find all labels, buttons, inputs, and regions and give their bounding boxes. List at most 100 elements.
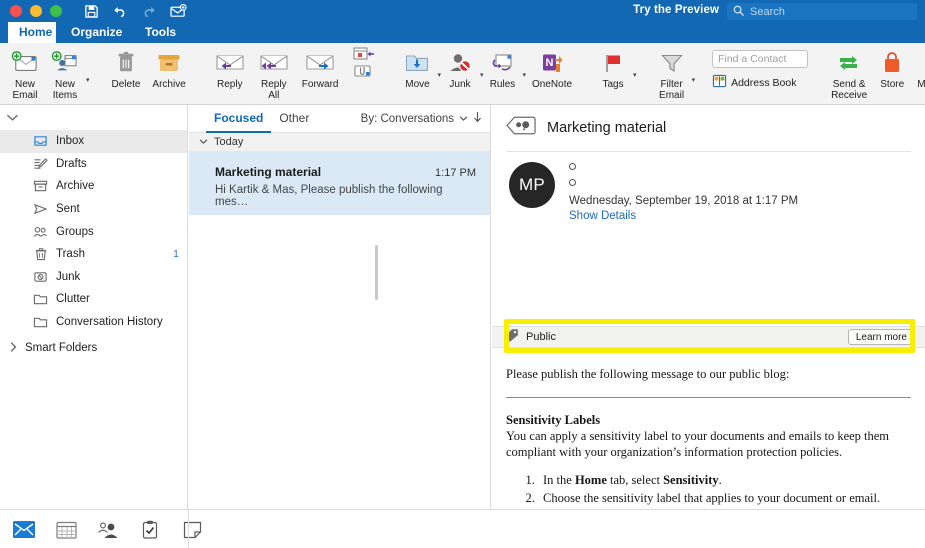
nav-mail-button[interactable] [12, 520, 36, 540]
find-a-contact-input[interactable]: Find a Contact [712, 50, 808, 68]
title-bar: Try the Preview Search [0, 0, 925, 22]
archive-icon [33, 179, 48, 193]
try-the-preview-link[interactable]: Try the Preview [633, 4, 719, 16]
ribbon-group-filter: Filter Email ▾ [648, 43, 701, 105]
sidebar-item-label: Groups [56, 226, 94, 238]
message-meta: Wednesday, September 19, 2018 at 1:17 PM… [569, 162, 798, 222]
step-pre: In the [543, 473, 575, 487]
nav-tasks-button[interactable] [138, 520, 162, 540]
chevron-down-icon[interactable] [459, 113, 468, 125]
nav-people-button[interactable] [96, 520, 120, 540]
reply-meeting-attachment-icon [351, 45, 375, 65]
sidebar-item-clutter[interactable]: Clutter [0, 288, 187, 311]
sidebar-item-sent[interactable]: Sent [0, 198, 187, 221]
sidebar-item-smart-folders[interactable]: Smart Folders [0, 336, 187, 360]
tab-focused[interactable]: Focused [206, 105, 271, 133]
message-subject: Marketing material [215, 165, 321, 179]
reply-button[interactable]: Reply [208, 43, 252, 90]
quick-access-toolbar [84, 4, 187, 19]
sort-control[interactable]: By: Conversations [361, 111, 482, 126]
bottom-nav-bar [0, 509, 925, 548]
step-mid: tab, select [607, 473, 663, 487]
new-items-icon [51, 48, 79, 78]
search-box[interactable]: Search [727, 3, 917, 20]
sidebar-item-label: Conversation History [56, 316, 163, 328]
junk-label: Junk [449, 79, 470, 90]
tags-label: Tags [602, 79, 623, 90]
tab-home[interactable]: Home [8, 22, 56, 43]
search-placeholder: Search [750, 6, 785, 18]
chevron-down-icon[interactable]: ▾ [86, 76, 90, 84]
message-list-scrollbar[interactable] [375, 245, 378, 300]
nav-calendar-button[interactable] [54, 520, 78, 540]
sent-icon [33, 202, 48, 216]
chevron-down-icon[interactable]: ▾ [692, 76, 696, 84]
account-collapse-toggle[interactable] [0, 105, 187, 130]
drafts-icon [33, 157, 48, 171]
redo-icon[interactable] [141, 4, 157, 18]
new-email-icon [11, 48, 39, 78]
sidebar-item-archive[interactable]: Archive [0, 175, 187, 198]
sidebar-item-groups[interactable]: Groups [0, 220, 187, 243]
window-controls [0, 5, 62, 17]
divider [188, 510, 189, 548]
avatar: MP [509, 162, 555, 208]
sidebar-item-inbox[interactable]: Inbox [0, 130, 187, 153]
new-email-button[interactable]: New Email [5, 43, 45, 101]
step-pre: Choose the sensitivity label that applie… [543, 491, 880, 505]
groups-icon [33, 225, 48, 239]
send-receive-button[interactable]: Send & Receive [825, 43, 873, 101]
reading-pane: Marketing material MP Wednesday, Septemb… [492, 105, 925, 509]
nav-notes-button[interactable] [180, 520, 204, 540]
close-window-button[interactable] [10, 5, 22, 17]
junk-button[interactable]: Junk ▾ [441, 43, 484, 90]
move-label: Move [405, 79, 429, 90]
tab-tools[interactable]: Tools [134, 22, 187, 43]
tab-other[interactable]: Other [271, 105, 317, 133]
arrow-down-icon[interactable] [473, 111, 482, 126]
body-steps: In the Home tab, select Sensitivity. Cho… [538, 473, 911, 506]
address-book-button[interactable]: Address Book [712, 74, 808, 91]
list-item[interactable]: Marketing material 1:17 PM Hi Kartik & M… [189, 152, 490, 215]
tags-button[interactable]: Tags ▾ [594, 43, 637, 90]
body-divider [506, 397, 911, 398]
svg-text:N: N [546, 57, 554, 69]
forward-button[interactable]: Forward [296, 43, 345, 90]
sidebar-item-junk[interactable]: Junk [0, 266, 187, 289]
archive-button[interactable]: Archive [146, 43, 191, 90]
sidebar-item-label: Trash [56, 248, 85, 260]
body-intro: Please publish the following message to … [506, 367, 911, 382]
sidebar-item-trash[interactable]: Trash 1 [0, 243, 187, 266]
filter-email-button[interactable]: Filter Email ▾ [653, 43, 696, 101]
chevron-down-icon[interactable]: ▾ [633, 71, 637, 79]
step-bold-home: Home [575, 473, 607, 487]
learn-more-button[interactable]: Learn more [848, 329, 915, 345]
outlook-window: Try the Preview Search Home Organize Too… [0, 0, 925, 548]
tab-organize[interactable]: Organize [60, 22, 133, 43]
show-details-link[interactable]: Show Details [569, 210, 798, 222]
sidebar-item-drafts[interactable]: Drafts [0, 153, 187, 176]
move-button[interactable]: Move ▾ [398, 43, 441, 90]
minimize-window-button[interactable] [30, 5, 42, 17]
sidebar-item-conversation-history[interactable]: Conversation History [0, 311, 187, 334]
maximize-window-button[interactable] [50, 5, 62, 17]
move-folder-icon [404, 48, 430, 78]
reply-meeting-attachment-button[interactable] [344, 43, 382, 79]
reply-all-button[interactable]: Reply All [252, 43, 296, 101]
message-group-header[interactable]: Today [189, 133, 490, 152]
store-button[interactable]: Store [873, 43, 911, 90]
rules-label: Rules [490, 79, 516, 90]
sidebar-item-count: 1 [173, 248, 179, 260]
onenote-button[interactable]: N OneNote [526, 43, 578, 90]
myanalytics-button[interactable]: MyAnalytics [911, 43, 925, 90]
attachment-icon [351, 63, 375, 79]
save-icon[interactable] [84, 4, 99, 19]
ribbon-group-sync: Send & Receive Store MyAnalytics [820, 43, 925, 105]
new-email-icon[interactable] [170, 4, 187, 19]
ribbon-group-move: Move ▾ Junk ▾ Rules [393, 43, 583, 105]
delete-button[interactable]: Delete [106, 43, 147, 90]
archive-box-icon [156, 48, 182, 78]
undo-icon[interactable] [112, 4, 128, 18]
new-items-button[interactable]: New Items ▾ [45, 43, 90, 101]
rules-button[interactable]: Rules ▾ [484, 43, 527, 90]
